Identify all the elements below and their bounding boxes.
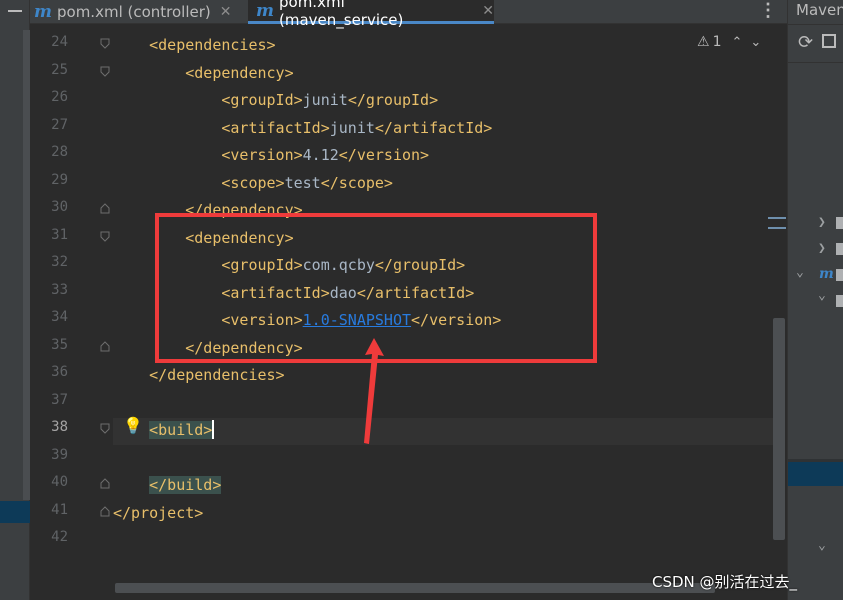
- maven-tree-selection[interactable]: [788, 462, 843, 486]
- line-number[interactable]: 24: [38, 34, 68, 50]
- maven-m-icon: m: [34, 2, 52, 22]
- code-line-36[interactable]: </dependencies>: [113, 362, 773, 389]
- fold-open-icon[interactable]: [100, 66, 110, 77]
- module-icon: [836, 295, 843, 307]
- line-number[interactable]: 30: [38, 199, 68, 215]
- module-icon: [836, 243, 843, 255]
- line-number[interactable]: 38: [38, 419, 68, 435]
- left-scrollbar[interactable]: [23, 30, 30, 500]
- left-tool-strip: [0, 0, 30, 600]
- module-icon: [836, 217, 843, 229]
- tab-pom-controller[interactable]: m pom.xml (controller) ✕: [34, 0, 244, 24]
- annotation-arrow-icon: [364, 338, 384, 444]
- code-line-24[interactable]: <dependencies>: [113, 32, 773, 59]
- line-number[interactable]: 29: [38, 172, 68, 188]
- code-line-27[interactable]: <artifactId>junit</artifactId>: [113, 115, 773, 142]
- line-number[interactable]: 27: [38, 117, 68, 133]
- close-icon[interactable]: ✕: [482, 3, 494, 19]
- close-icon[interactable]: ✕: [220, 4, 232, 20]
- fold-open-icon[interactable]: [100, 423, 110, 434]
- code-line-29[interactable]: <scope>test</scope>: [113, 170, 773, 197]
- inspection-widget[interactable]: ⚠ 1 ⌃ ⌄: [697, 34, 761, 50]
- line-number[interactable]: 39: [38, 447, 68, 463]
- line-number[interactable]: 31: [38, 227, 68, 243]
- line-number[interactable]: 28: [38, 144, 68, 160]
- scroll-marker[interactable]: [768, 217, 786, 219]
- fold-close-icon[interactable]: [100, 340, 110, 352]
- chevron-down-icon[interactable]: ⌄: [750, 35, 761, 50]
- line-number[interactable]: 32: [38, 254, 68, 270]
- code-line-26[interactable]: <groupId>junit</groupId>: [113, 87, 773, 114]
- maven-panel: Maven ⟳ ❯ ❯ ⌄ m ⌄ ⌄: [787, 0, 843, 600]
- line-number-gutter: 24 25 26 27 28 29 30 31 32 33 34 35 36 37 38 39 40 41 42: [30, 25, 125, 600]
- fold-close-icon[interactable]: [100, 505, 110, 517]
- chevron-right-icon[interactable]: ❯: [818, 215, 826, 230]
- fold-close-icon[interactable]: [100, 203, 110, 214]
- line-number[interactable]: 40: [38, 474, 68, 490]
- fold-open-icon[interactable]: [100, 38, 110, 49]
- lightbulb-icon[interactable]: 💡: [123, 416, 143, 435]
- line-number[interactable]: 33: [38, 282, 68, 298]
- line-number[interactable]: 37: [38, 392, 68, 408]
- maven-m-icon: m: [256, 0, 274, 21]
- maven-panel-title: Maven: [796, 1, 843, 19]
- chevron-down-icon[interactable]: ⌄: [818, 538, 826, 553]
- vertical-scrollbar[interactable]: [773, 318, 785, 540]
- editor-tab-bar: m pom.xml (controller) ✕ m pom.xml (mave…: [30, 0, 787, 29]
- line-number[interactable]: 41: [38, 502, 68, 518]
- line-number[interactable]: 36: [38, 364, 68, 380]
- tab-label: pom.xml (controller): [57, 3, 211, 21]
- warning-count: 1: [712, 34, 722, 50]
- line-number[interactable]: 25: [38, 62, 68, 78]
- code-line-41[interactable]: </project>: [113, 500, 773, 527]
- text-caret: [212, 420, 215, 439]
- watermark: CSDN @别活在过去_: [652, 573, 798, 591]
- refresh-icon[interactable]: ⟳: [798, 32, 813, 53]
- line-number[interactable]: 34: [38, 309, 68, 325]
- fold-close-icon[interactable]: [100, 478, 110, 489]
- code-line-28[interactable]: <version>4.12</version>: [113, 142, 773, 169]
- scroll-marker[interactable]: [768, 227, 786, 229]
- maven-module-icon: m: [819, 266, 834, 282]
- chevron-down-icon[interactable]: ⌄: [796, 265, 804, 280]
- minimize-icon[interactable]: [8, 10, 22, 12]
- warning-icon: ⚠: [697, 34, 710, 50]
- line-number[interactable]: 42: [38, 529, 68, 545]
- code-line-38[interactable]: <build>: [113, 417, 773, 444]
- code-line-25[interactable]: <dependency>: [113, 60, 773, 87]
- maven-tool-icon[interactable]: [822, 34, 836, 48]
- line-number[interactable]: 26: [38, 89, 68, 105]
- tab-pom-maven-service[interactable]: m pom.xml (maven_service) ✕: [248, 0, 494, 29]
- horizontal-scrollbar[interactable]: [115, 583, 715, 593]
- module-icon: [836, 269, 843, 281]
- fold-open-icon[interactable]: [100, 231, 110, 242]
- chevron-down-icon[interactable]: ⌄: [818, 288, 826, 303]
- line-number[interactable]: 35: [38, 337, 68, 353]
- more-tabs-icon[interactable]: ⋮: [759, 0, 777, 22]
- code-line-40[interactable]: </build>: [113, 472, 773, 499]
- project-tree-selection: [0, 501, 30, 523]
- chevron-up-icon[interactable]: ⌃: [731, 35, 742, 50]
- chevron-right-icon[interactable]: ❯: [818, 241, 826, 256]
